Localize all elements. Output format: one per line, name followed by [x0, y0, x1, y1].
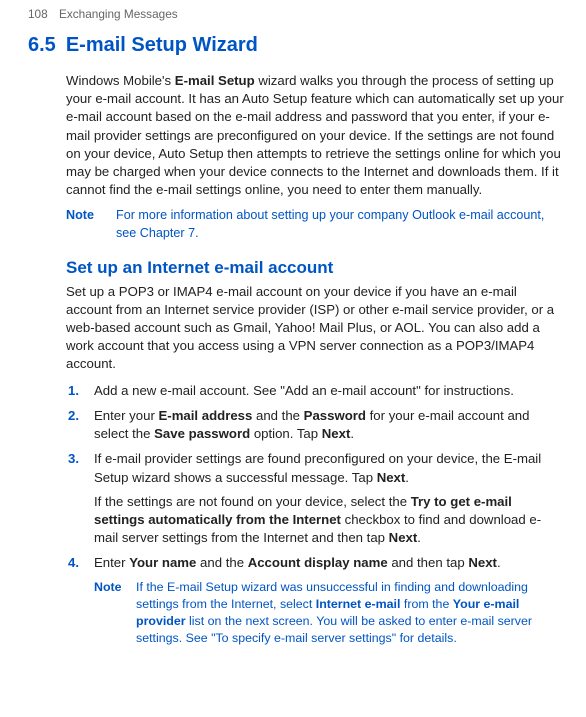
sub-intro-paragraph: Set up a POP3 or IMAP4 e-mail account on…	[66, 283, 564, 374]
page-header: 108 Exchanging Messages	[28, 6, 566, 22]
s4-a: Enter	[94, 555, 129, 570]
n2-c: from the	[400, 597, 452, 611]
step-1: Add a new e-mail account. See "Add an e-…	[94, 382, 564, 400]
note-outlook: Note For more information about setting …	[66, 207, 564, 242]
s3-p1b-next: Next	[377, 470, 406, 485]
s2-g: option. Tap	[250, 426, 322, 441]
subheading-setup-internet: Set up an Internet e-mail account	[66, 256, 564, 279]
step-1-text: Add a new e-mail account. See "Add an e-…	[94, 382, 564, 400]
s4-b-your-name: Your name	[129, 555, 196, 570]
s4-f-next: Next	[468, 555, 497, 570]
n2-e: list on the next screen. You will be ask…	[136, 614, 532, 645]
s3-p1c: .	[405, 470, 409, 485]
page-number: 108	[28, 7, 48, 21]
s2-c: and the	[252, 408, 303, 423]
s2-f-save-password: Save password	[154, 426, 250, 441]
step-4-text: Enter Your name and the Account display …	[94, 554, 564, 572]
step-2: Enter your E-mail address and the Passwo…	[94, 407, 564, 443]
s2-h-next: Next	[322, 426, 351, 441]
intro-bold-email-setup: E-mail Setup	[175, 73, 255, 88]
s2-a: Enter your	[94, 408, 159, 423]
step-4-note-label: Note	[94, 579, 136, 647]
section-title: E-mail Setup Wizard	[66, 34, 258, 56]
s2-b-email-address: E-mail address	[159, 408, 253, 423]
s2-d-password: Password	[304, 408, 366, 423]
note-label: Note	[66, 207, 116, 242]
step-3: If e-mail provider settings are found pr…	[94, 450, 564, 547]
step-4-note: Note If the E-mail Setup wizard was unsu…	[94, 579, 564, 647]
chapter-title: Exchanging Messages	[59, 7, 178, 21]
s4-g: .	[497, 555, 501, 570]
s2-i: .	[350, 426, 354, 441]
s3-p2d-next: Next	[389, 530, 418, 545]
s4-e: and then tap	[388, 555, 469, 570]
s3-p2a: If the settings are not found on your de…	[94, 494, 411, 509]
section-number: 6.5	[28, 34, 56, 56]
intro-paragraph: Windows Mobile's E-mail Setup wizard wal…	[66, 72, 564, 200]
s4-d-account-display-name: Account display name	[248, 555, 388, 570]
n2-b-internet-email: Internet e-mail	[316, 597, 401, 611]
steps-list: Add a new e-mail account. See "Add an e-…	[66, 382, 564, 647]
page-root: 108 Exchanging Messages 6.5 E-mail Setup …	[0, 0, 586, 664]
step-3-p1: If e-mail provider settings are found pr…	[94, 450, 564, 486]
note-text: For more information about setting up yo…	[116, 207, 564, 242]
section-heading: 6.5 E-mail Setup Wizard	[28, 32, 566, 60]
step-4-note-text: If the E-mail Setup wizard was unsuccess…	[136, 579, 564, 647]
step-4: Enter Your name and the Account display …	[94, 554, 564, 647]
section-body: Windows Mobile's E-mail Setup wizard wal…	[66, 72, 564, 647]
s3-p2e: .	[417, 530, 421, 545]
intro-text-a: Windows Mobile's	[66, 73, 175, 88]
step-2-text: Enter your E-mail address and the Passwo…	[94, 407, 564, 443]
intro-text-c: wizard walks you through the process of …	[66, 73, 564, 197]
s3-p1a: If e-mail provider settings are found pr…	[94, 451, 541, 484]
s4-c: and the	[196, 555, 247, 570]
step-3-p2: If the settings are not found on your de…	[94, 493, 564, 548]
